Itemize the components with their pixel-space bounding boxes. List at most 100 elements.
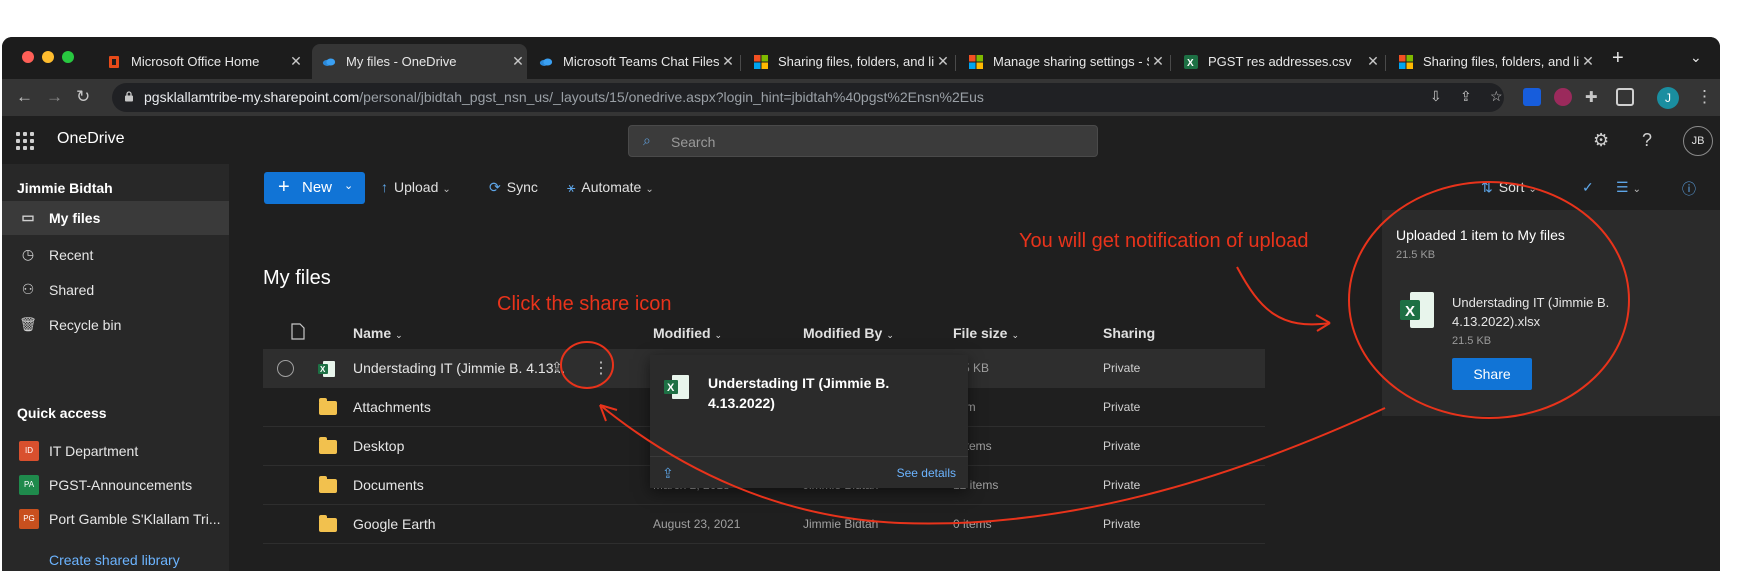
browser-menu-icon[interactable]: ⋮ [1696, 87, 1713, 107]
folder-icon: ▭ [21, 209, 35, 225]
site-badge: PG [19, 509, 39, 529]
close-tab-icon[interactable]: ✕ [1149, 53, 1167, 70]
view-options-icon[interactable]: ☰ ⌄ [1616, 179, 1641, 196]
uploaded-file-name[interactable]: Understading IT (Jimmie B. 4.13.2022).xl… [1452, 293, 1632, 331]
close-tab-icon[interactable]: ✕ [934, 53, 952, 70]
create-shared-library-link[interactable]: Create shared library [49, 552, 180, 568]
file-hover-card: X Understading IT (Jimmie B. 4.13.2022) … [650, 355, 968, 488]
info-icon[interactable]: ⓘ [1682, 179, 1696, 199]
column-header-label: Modified [653, 325, 711, 341]
file-name[interactable]: Documents [353, 477, 424, 493]
sync-button[interactable]: ⟳ Sync [489, 179, 538, 196]
quick-access-label: Port Gamble S'Klallam Tri... [49, 511, 221, 527]
tab-office-home[interactable]: Microsoft Office Home ✕ [97, 44, 305, 79]
sidebar-item-recycle-bin[interactable]: 🗑 Recycle bin [2, 308, 229, 342]
sidebar-item-shared[interactable]: ⚇ Shared [2, 273, 229, 307]
tab-separator [955, 55, 956, 71]
column-header-modified-by[interactable]: Modified By ⌄ [803, 325, 894, 341]
tab-manage-sharing[interactable]: Manage sharing settings - Shar ✕ [959, 44, 1167, 79]
tab-sharing-files-1[interactable]: Sharing files, folders, and list ✕ [744, 44, 952, 79]
bitwarden-extension-icon[interactable] [1523, 88, 1541, 106]
select-checkmark-icon[interactable]: ✓ [1582, 179, 1594, 196]
share-icon[interactable]: ⇪ [551, 359, 563, 376]
file-name[interactable]: Google Earth [353, 516, 436, 532]
close-tab-icon[interactable]: ✕ [1579, 53, 1597, 70]
close-tab-icon[interactable]: ✕ [287, 53, 305, 70]
search-box[interactable]: ⌕ Search [628, 125, 1098, 157]
close-tab-icon[interactable]: ✕ [509, 53, 527, 70]
app-title[interactable]: OneDrive [57, 130, 125, 148]
people-icon: ⚇ [21, 281, 35, 297]
column-header-name[interactable]: Name ⌄ [353, 325, 403, 341]
reload-icon[interactable]: ↻ [76, 87, 90, 107]
app-launcher-icon[interactable] [16, 132, 34, 150]
sharing-status: Private [1103, 439, 1141, 453]
share-button[interactable]: Share [1452, 358, 1532, 390]
file-type-icon [291, 323, 305, 340]
row-select-radio[interactable] [277, 360, 294, 377]
address-bar[interactable]: pgsklallamtribe-my.sharepoint.com/person… [112, 83, 1504, 112]
sidebar-item-recent[interactable]: ◷ Recent [2, 238, 229, 272]
user-avatar[interactable]: JB [1683, 126, 1713, 156]
sort-button[interactable]: ⇅ Sort ⌄ [1481, 179, 1537, 196]
chevron-down-icon: ⌄ [442, 184, 451, 195]
onedrive-icon [322, 58, 336, 66]
column-header-modified[interactable]: Modified ⌄ [653, 325, 722, 341]
search-icon: ⌕ [643, 132, 651, 148]
tab-sharing-files-2[interactable]: Sharing files, folders, and list ✕ [1389, 44, 1597, 79]
more-options-icon[interactable]: ⋮ [593, 358, 609, 378]
microsoft-icon [969, 54, 983, 69]
url-host: pgsklallamtribe-my.sharepoint.com [144, 89, 360, 105]
column-header-sharing[interactable]: Sharing [1103, 325, 1155, 341]
upload-arrow-icon: ↑ [381, 179, 388, 195]
tab-teams-chat-files[interactable]: Microsoft Teams Chat Files ✕ [529, 44, 737, 79]
quick-access-it-department[interactable]: ID IT Department [2, 434, 229, 468]
gear-icon[interactable]: ⚙ [1593, 130, 1609, 151]
hover-card-title[interactable]: Understading IT (Jimmie B. 4.13.2022) [708, 373, 938, 413]
lock-icon[interactable] [124, 91, 134, 102]
see-details-link[interactable]: See details [897, 466, 956, 480]
zoom-window-button[interactable] [62, 51, 74, 63]
close-tab-icon[interactable]: ✕ [1364, 53, 1382, 70]
new-button[interactable]: + New ⌄ [264, 172, 365, 204]
tab-separator [1385, 55, 1386, 71]
column-header-label: Name [353, 325, 392, 341]
extension-icon[interactable] [1554, 88, 1572, 106]
minimize-window-button[interactable] [42, 51, 54, 63]
help-icon[interactable]: ? [1642, 130, 1652, 151]
share-page-icon[interactable]: ⇪ [1460, 88, 1472, 105]
close-tab-icon[interactable]: ✕ [719, 53, 737, 70]
table-row[interactable]: Google Earth August 23, 2021 Jimmie Bidt… [263, 505, 1265, 544]
column-header-label: File size [953, 325, 1008, 341]
file-name[interactable]: Understading IT (Jimmie B. 4.13... [353, 360, 565, 376]
file-name[interactable]: Desktop [353, 438, 404, 454]
quick-access-pgst-announcements[interactable]: PA PGST-Announcements [2, 468, 229, 502]
tab-pgst-csv[interactable]: X PGST res addresses.csv ✕ [1174, 44, 1382, 79]
sidebar-toggle-icon[interactable] [1616, 88, 1634, 106]
back-arrow-icon[interactable]: ← [16, 87, 33, 107]
sharing-status: Private [1103, 478, 1141, 492]
bookmark-star-icon[interactable]: ☆ [1490, 88, 1503, 105]
svg-text:X: X [667, 382, 675, 394]
forward-arrow-icon[interactable]: → [46, 87, 63, 107]
automate-button[interactable]: ⚹ Automate ⌄ [567, 179, 654, 196]
quick-access-port-gamble[interactable]: PG Port Gamble S'Klallam Tri... [2, 502, 229, 536]
share-icon[interactable]: ⇪ [662, 465, 674, 482]
close-window-button[interactable] [22, 51, 34, 63]
column-header-file-size[interactable]: File size ⌄ [953, 325, 1019, 341]
tab-separator [740, 55, 741, 71]
tab-search-chevron-icon[interactable]: ⌄ [1690, 49, 1702, 66]
browser-profile-avatar[interactable]: J [1657, 87, 1679, 109]
quick-access-label: PGST-Announcements [49, 477, 193, 493]
puzzle-extensions-icon[interactable]: ✚ [1585, 88, 1598, 106]
install-app-icon[interactable]: ⇩ [1430, 88, 1442, 105]
file-name[interactable]: Attachments [353, 399, 431, 415]
sort-label: Sort [1498, 179, 1525, 195]
tab-my-files-onedrive[interactable]: My files - OneDrive ✕ [312, 44, 527, 79]
sidebar-item-my-files[interactable]: ▭ My files [2, 201, 229, 235]
sync-icon: ⟳ [489, 179, 501, 195]
upload-button[interactable]: ↑ Upload ⌄ [381, 179, 451, 195]
tab-title: Sharing files, folders, and list [1423, 54, 1579, 69]
new-tab-button[interactable]: + [1612, 47, 1624, 70]
onedrive-icon [539, 58, 553, 66]
